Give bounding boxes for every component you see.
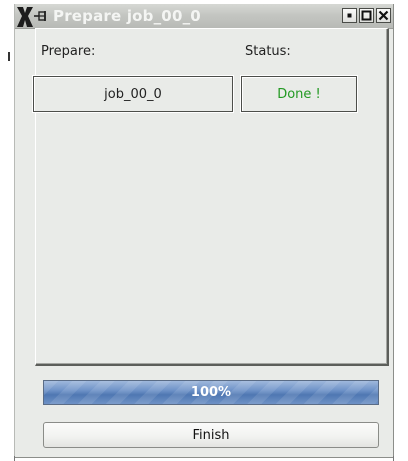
minimize-button[interactable] — [342, 8, 357, 23]
title-bar[interactable]: Prepare job_00_0 — [15, 4, 393, 29]
status-label: Status: — [245, 44, 291, 59]
prepare-job-window: Prepare job_00_0 Prepare: Status: job_00… — [14, 4, 394, 458]
minimize-icon — [347, 13, 352, 18]
window-edge-mark — [14, 456, 15, 461]
close-icon — [378, 10, 389, 21]
window-menu-x-icon[interactable] — [16, 4, 34, 28]
maximize-icon — [361, 10, 372, 21]
close-button[interactable] — [376, 8, 391, 23]
progress-percent-text: 100% — [190, 385, 232, 400]
window-controls — [342, 8, 391, 23]
window-edge-mark — [393, 456, 394, 461]
job-name-field: job_00_0 — [32, 75, 234, 113]
status-value-field: Done ! — [240, 75, 358, 113]
maximize-button[interactable] — [359, 8, 374, 23]
progress-bar: 100% — [43, 380, 379, 405]
pin-icon[interactable] — [34, 9, 48, 23]
window-edge-mark — [8, 52, 10, 61]
prepare-label: Prepare: — [41, 44, 96, 59]
finish-button[interactable]: Finish — [43, 422, 379, 448]
window-title: Prepare job_00_0 — [53, 7, 201, 25]
